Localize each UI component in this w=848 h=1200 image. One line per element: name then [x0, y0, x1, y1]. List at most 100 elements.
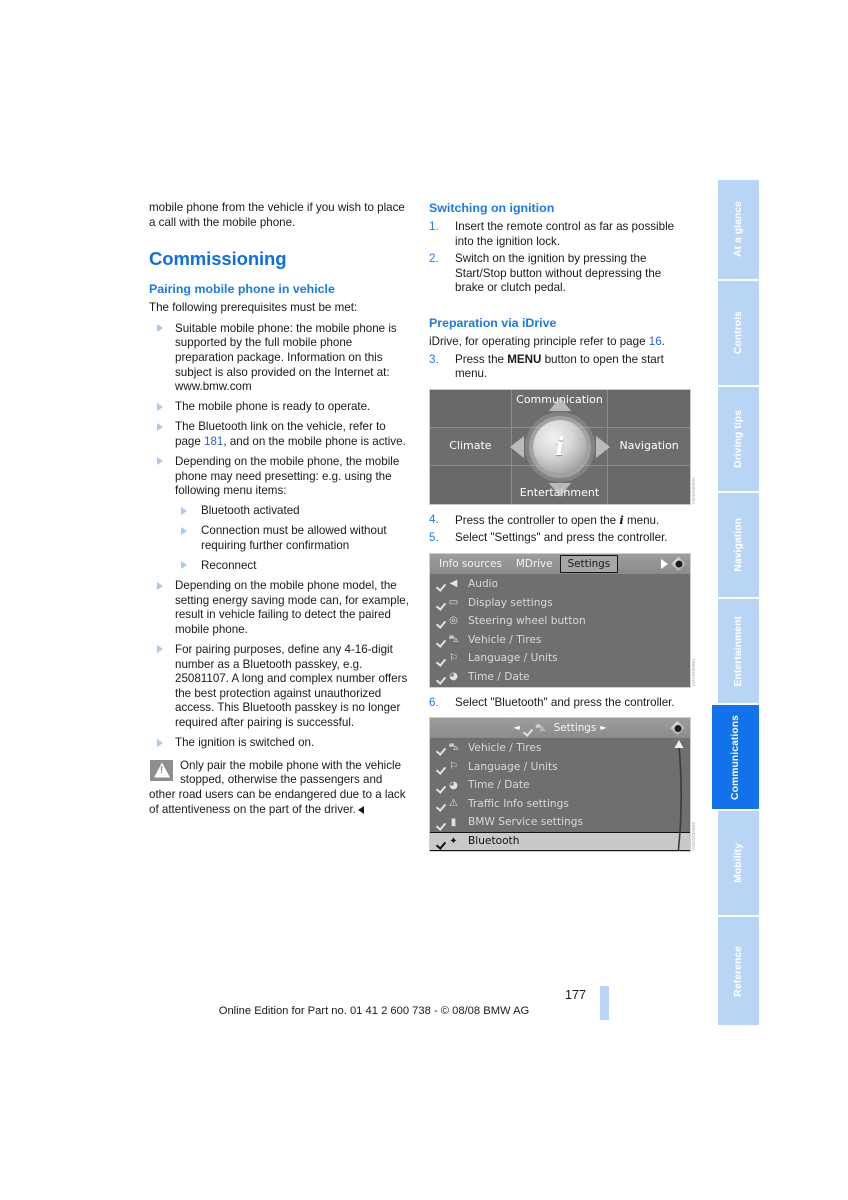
list-item[interactable]: ⛍ Vehicle / Tires [430, 739, 690, 758]
service-icon: ▮ [437, 816, 461, 830]
figure-code: V3093Gb08A [691, 476, 697, 504]
arrow-right-icon[interactable] [661, 558, 668, 569]
list-item-label: The mobile phone is ready to operate. [175, 400, 371, 414]
menu-title-label: Settings [553, 721, 597, 734]
tab-mdrive[interactable]: MDrive [509, 557, 560, 572]
idrive-settings-menu: Info sources MDrive Settings ◀ Audio ▭ D… [429, 552, 691, 688]
sidebar-item-controls[interactable]: Controls [718, 281, 759, 387]
triangle-bullet-icon [157, 645, 163, 654]
sidebar-item-navigation[interactable]: Navigation [718, 493, 759, 599]
grid-cell-communication[interactable]: Communication [511, 389, 609, 428]
list-item-label: Bluetooth activated [201, 504, 300, 518]
end-of-section-marker [357, 805, 364, 814]
list-item[interactable]: ⚐ Language / Units [430, 758, 690, 777]
list-item: The Bluetooth link on the vehicle, refer… [149, 420, 411, 449]
idrive-start-menu: Communication Climate Navigation Enterta… [429, 388, 691, 505]
traffic-warning-icon: ⚠ [437, 797, 461, 811]
page-title: Commissioning [149, 248, 287, 270]
idrive-bluetooth-menu: ◄ ⛍ Settings ► ⛍ Vehicle / Tires ⚐ Langu… [429, 717, 691, 853]
list-item[interactable]: ◀ Audio [430, 575, 690, 594]
list-item[interactable]: ◕ Time / Date [430, 668, 690, 687]
clock-pictogram: ◕ [449, 779, 458, 791]
controller-indicator-center [674, 724, 681, 732]
list-item: Suitable mobile phone: the mobile phone … [149, 322, 411, 395]
idrive-intro-paragraph: iDrive, for operating principle refer to… [429, 335, 691, 350]
list-item: 1. Insert the remote control as far as p… [429, 220, 691, 249]
chevron-right-icon[interactable]: ► [600, 721, 606, 736]
list-item-label-suffix: , and on the mobile phone is active. [223, 434, 406, 448]
screenshot-settings-menu: Info sources MDrive Settings ◀ Audio ▭ D… [429, 552, 696, 688]
list-item[interactable]: ⛍ Vehicle / Tires [430, 631, 690, 650]
audio-pictogram: ◀ [449, 578, 458, 590]
grid-cell-entertainment[interactable]: Entertainment [511, 465, 609, 504]
list-item-label: Language / Units [468, 760, 558, 773]
prerequisites-intro: The following prerequisites must be met: [149, 301, 358, 315]
triangle-bullet-icon [157, 402, 163, 411]
step-text: Switch on the ignition by pressing the S… [455, 252, 662, 295]
list-item-label: The ignition is switched on. [175, 736, 315, 750]
list-item: 5. Select "Settings" and press the contr… [429, 531, 691, 546]
page-number: 177 [565, 988, 587, 1002]
sidebar-item-mobility[interactable]: Mobility [718, 811, 759, 917]
steering-wheel-pictogram: ◎ [449, 615, 458, 627]
list-item-label: Reconnect [201, 559, 257, 573]
sidebar-item-communications[interactable]: Communications [712, 705, 759, 811]
list-item-label: For pairing purposes, define any 4-16-di… [175, 643, 408, 730]
sidebar-item-label: Communications [730, 714, 741, 800]
clock-icon: ◕ [437, 779, 461, 793]
flag-pictogram: ⚐ [449, 652, 458, 664]
page-reference-link[interactable]: 16 [649, 335, 662, 348]
list-item-selected[interactable]: ✦ Bluetooth [430, 832, 690, 852]
list-item-label: Display settings [468, 596, 553, 609]
list-item: For pairing purposes, define any 4-16-di… [149, 643, 411, 731]
list-item[interactable]: ▮ BMW Service settings [430, 813, 690, 832]
grid-cell-empty [608, 389, 690, 428]
heading-preparation-via-idrive: Preparation via iDrive [429, 315, 557, 330]
sidebar-item-at-a-glance[interactable]: At a glance [718, 180, 759, 281]
grid-cell-center [511, 427, 609, 466]
tab-settings[interactable]: Settings [559, 554, 619, 574]
chevron-left-icon[interactable]: ◄ [514, 721, 520, 736]
idrive-step6-list: 6. Select "Bluetooth" and press the cont… [429, 696, 691, 711]
list-item[interactable]: ◕ Time / Date [430, 776, 690, 795]
grid-cell-navigation[interactable]: Navigation [608, 427, 690, 466]
sidebar-item-entertainment[interactable]: Entertainment [718, 599, 759, 705]
sidebar-item-label: Entertainment [733, 615, 744, 687]
i-menu-icon: i [619, 512, 624, 527]
chapter-tab-strip: At a glance Controls Driving tips Naviga… [712, 180, 759, 1025]
list-item[interactable]: ⚠ Traffic Info settings [430, 795, 690, 814]
list-item[interactable]: ⚐ Language / Units [430, 649, 690, 668]
list-item-label: Depending on the mobile phone model, the… [175, 579, 409, 636]
list-item: Connection must be allowed without requi… [175, 524, 411, 553]
grid-label-entertainment: Entertainment [519, 486, 600, 500]
idrive-steps-4-5: 4. Press the controller to open the i me… [429, 513, 691, 546]
service-pictogram: ▮ [450, 816, 457, 828]
step-text-after: menu. [627, 513, 660, 527]
menu-items-sublist: Bluetooth activated Connection must be a… [175, 504, 411, 573]
screenshot-start-menu: Communication Climate Navigation Enterta… [429, 388, 696, 505]
grid-cell-climate[interactable]: Climate [430, 427, 512, 466]
list-item-label: BMW Service settings [468, 816, 584, 829]
sidebar-item-label: Navigation [733, 518, 744, 572]
warning-exclamation-glyph: ! [159, 765, 164, 777]
sidebar-item-label: Driving tips [733, 410, 744, 468]
step-number: 2. [429, 252, 439, 266]
list-item-label: Bluetooth [468, 835, 520, 848]
tab-info-sources[interactable]: Info sources [432, 557, 509, 572]
list-item[interactable]: ▭ Display settings [430, 594, 690, 613]
language-flag-icon: ⚐ [437, 760, 461, 774]
list-item[interactable]: ◎ Steering wheel button [430, 612, 690, 631]
grid-label-communication: Communication [516, 392, 603, 406]
triangle-bullet-icon [157, 738, 163, 747]
step-text-before: Press the controller to open the [455, 513, 617, 527]
scrollbar[interactable] [673, 740, 685, 852]
list-item: 6. Select "Bluetooth" and press the cont… [429, 696, 691, 711]
intro-paragraph: mobile phone from the vehicle if you wis… [149, 201, 405, 229]
warning-text: Only pair the mobile phone with the vehi… [149, 758, 406, 816]
list-item-label: Vehicle / Tires [468, 742, 542, 755]
page-reference-link[interactable]: 181 [204, 435, 223, 448]
vehicle-pictogram: ⛍ [448, 742, 459, 754]
triangle-bullet-icon [157, 457, 163, 466]
step-number: 3. [429, 352, 439, 366]
sidebar-item-driving-tips[interactable]: Driving tips [718, 387, 759, 493]
